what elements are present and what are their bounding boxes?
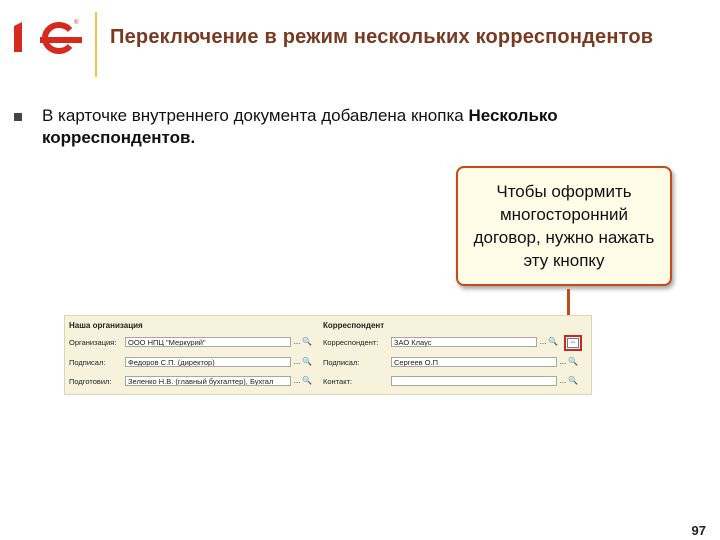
document-card-form: Наша организация Корреспондент Организац… (64, 315, 592, 395)
slide-title: Переключение в режим нескольких корреспо… (110, 26, 654, 48)
corr-signer-label: Подписал: (323, 358, 360, 367)
contact-search-icon[interactable]: 🔍 (568, 376, 578, 386)
signer-label: Подписал: (69, 358, 106, 367)
contact-field[interactable] (391, 376, 557, 386)
preparer-select-button[interactable]: ... (292, 376, 302, 386)
correspondent-label: Корреспондент: (323, 338, 379, 347)
signer-field[interactable]: Федоров С.П. (директор) (125, 357, 291, 367)
org-field[interactable]: ООО НПЦ "Меркурий" (125, 337, 291, 347)
correspondent-field[interactable]: ЗАО Клаус (391, 337, 537, 347)
preparer-field[interactable]: Зеленко Н.В. (главный бухгалтер), Бухгал (125, 376, 291, 386)
contact-select-button[interactable]: ... (558, 376, 568, 386)
org-label: Организация: (69, 338, 117, 347)
corr-signer-field[interactable]: Сергеев О.П (391, 357, 557, 367)
1c-logo-icon: ® (14, 19, 82, 54)
correspondent-search-icon[interactable]: 🔍 (548, 337, 558, 347)
corr-section-title: Корреспондент (323, 321, 385, 330)
callout-box: Чтобы оформить многосторонний договор, н… (456, 166, 672, 286)
bullet-text: В карточке внутреннего документа добавле… (42, 105, 602, 149)
signer-search-icon[interactable]: 🔍 (302, 357, 312, 367)
org-section-title: Наша организация (69, 321, 143, 330)
title-divider (95, 12, 97, 77)
page-number: 97 (691, 523, 706, 538)
multiple-correspondents-icon: ⇔ (567, 338, 579, 348)
contact-label: Контакт: (323, 377, 353, 386)
multiple-correspondents-button[interactable]: ⇔ (564, 335, 582, 351)
preparer-search-icon[interactable]: 🔍 (302, 376, 312, 386)
org-search-icon[interactable]: 🔍 (302, 337, 312, 347)
signer-select-button[interactable]: ... (292, 357, 302, 367)
bullet-text-plain: В карточке внутреннего документа добавле… (42, 106, 469, 125)
corr-signer-select-button[interactable]: ... (558, 357, 568, 367)
correspondent-select-button[interactable]: ... (538, 337, 548, 347)
corr-signer-search-icon[interactable]: 🔍 (568, 357, 578, 367)
bullet-marker (14, 113, 22, 121)
preparer-label: Подготовил: (69, 377, 112, 386)
svg-text:®: ® (74, 19, 79, 26)
org-select-button[interactable]: ... (292, 337, 302, 347)
callout-text: Чтобы оформить многосторонний договор, н… (473, 182, 655, 270)
